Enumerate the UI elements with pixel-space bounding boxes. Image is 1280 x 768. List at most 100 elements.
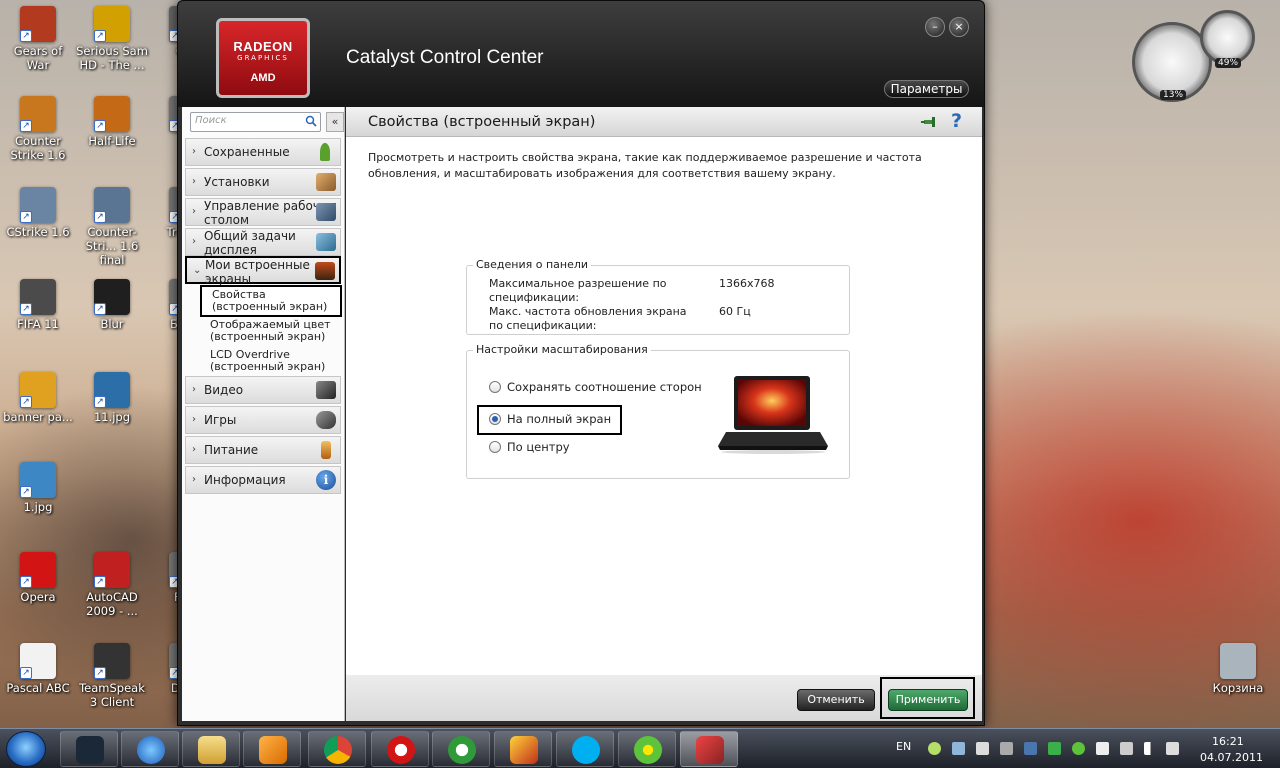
nav-presets[interactable]: › Установки: [185, 168, 341, 196]
pin-page-icon[interactable]: [921, 115, 939, 129]
tray-network-icon[interactable]: [952, 742, 965, 755]
desktop-shortcut[interactable]: ↗ 11.jpg: [75, 372, 149, 424]
taskbar: EN 16:21 04.07.2011: [0, 728, 1280, 768]
nav-display-tasks[interactable]: › Общий задачи дисплея: [185, 228, 341, 257]
desktop-shortcut[interactable]: ↗ Counter Strike 1.6: [1, 96, 75, 162]
display-icon: [316, 233, 336, 251]
search-input[interactable]: Поиск: [190, 112, 321, 132]
taskbar-chrome[interactable]: [308, 731, 366, 767]
shortcut-label: Counter-Stri... 1.6 final: [85, 225, 139, 267]
shortcut-icon: ↗: [94, 187, 130, 223]
cpu-meter-gadget[interactable]: 13% 49%: [1130, 8, 1270, 103]
content-panel: Свойства (встроенный экран) ? Просмотрет…: [346, 107, 982, 721]
signal-bars-icon[interactable]: [1144, 742, 1157, 755]
desktop-shortcut[interactable]: ↗ banner ра...: [1, 372, 75, 424]
close-button[interactable]: ×: [949, 17, 969, 37]
desktop-shortcut[interactable]: ↗ CStrike 1.6: [1, 187, 75, 239]
nav-label: Видео: [204, 383, 244, 397]
preferences-button[interactable]: Параметры: [884, 80, 969, 98]
tray-icq-icon[interactable]: [1072, 742, 1085, 755]
tray-shield-icon[interactable]: [1048, 742, 1061, 755]
radio-full-screen[interactable]: На полный экран: [489, 412, 619, 428]
volume-icon[interactable]: [1166, 742, 1179, 755]
tray-app-icon[interactable]: [928, 742, 941, 755]
shortcut-icon: ↗: [20, 6, 56, 42]
taskbar-media-player[interactable]: [243, 731, 301, 767]
radio-maintain-aspect[interactable]: Сохранять соотношение сторон: [489, 380, 709, 396]
help-icon[interactable]: ?: [951, 110, 962, 132]
desktop-shortcut[interactable]: ↗ Counter-Stri... 1.6 final: [75, 187, 149, 267]
chevron-right-icon: ›: [192, 474, 196, 485]
shortcut-arrow-icon: ↗: [94, 576, 106, 588]
chrome-icon: [324, 736, 352, 764]
apply-button[interactable]: Применить: [888, 689, 968, 711]
taskbar-utorrent[interactable]: [432, 731, 490, 767]
nav-power[interactable]: › Питание: [185, 436, 341, 464]
radio-label: По центру: [507, 440, 570, 454]
taskbar-opera[interactable]: [371, 731, 429, 767]
collapse-sidebar-button[interactable]: «: [326, 112, 344, 132]
cancel-button[interactable]: Отменить: [797, 689, 875, 711]
max-resolution-value: 1366x768: [719, 277, 775, 290]
subnav-lcd-overdrive[interactable]: LCD Overdrive (встроенный экран): [200, 347, 342, 375]
desktop-shortcut[interactable]: ↗ Opera: [1, 552, 75, 604]
taskbar-catalyst[interactable]: [680, 731, 738, 767]
shortcut-arrow-icon: ↗: [94, 303, 106, 315]
shortcut-icon: ↗: [20, 552, 56, 588]
minimize-button[interactable]: –: [925, 17, 945, 37]
search-icon[interactable]: [305, 115, 317, 127]
taskbar-icq[interactable]: [618, 731, 676, 767]
shortcut-label: 11.jpg: [93, 410, 131, 424]
desktop-shortcut[interactable]: ↗ Half-Life: [75, 96, 149, 148]
shortcut-label: Half-Life: [88, 134, 136, 148]
shortcut-label: AutoCAD 2009 - ...: [86, 590, 138, 618]
desktop-shortcut[interactable]: ↗ 1.jpg: [1, 462, 75, 514]
pin-icon: [320, 143, 330, 161]
tray-vk-icon[interactable]: [1024, 742, 1037, 755]
internet-explorer-icon: [137, 736, 165, 764]
start-button-windows-icon[interactable]: [6, 731, 46, 767]
desktop-shortcut[interactable]: ↗ Pascal ABC: [1, 643, 75, 695]
nav-information[interactable]: › Информация i: [185, 466, 341, 494]
nav-video[interactable]: › Видео: [185, 376, 341, 404]
clock-date[interactable]: 04.07.2011: [1200, 751, 1263, 764]
shortcut-arrow-icon: ↗: [20, 303, 32, 315]
window-header: RADEON GRAPHICS AMD Catalyst Control Cen…: [178, 1, 984, 107]
tray-flag-icon[interactable]: [1096, 742, 1109, 755]
desktop-shortcut[interactable]: Корзина: [1201, 643, 1275, 695]
shortcut-arrow-icon: ↗: [20, 211, 32, 223]
desktop-shortcut[interactable]: ↗ Blur: [75, 279, 149, 331]
nav-label: Информация: [204, 473, 286, 487]
nav-saved[interactable]: › Сохраненные: [185, 138, 341, 166]
subnav-properties[interactable]: Свойства (встроенный экран): [200, 285, 342, 317]
nav-built-in-displays[interactable]: ⌄ Мои встроенные экраны: [185, 256, 341, 286]
desktop-shortcut[interactable]: ↗ Gears of War: [1, 6, 75, 72]
skype-icon: [572, 736, 600, 764]
tray-monitor-icon[interactable]: [976, 742, 989, 755]
tray-usb-icon[interactable]: [1120, 742, 1133, 755]
desktop-shortcut[interactable]: ↗ AutoCAD 2009 - ...: [75, 552, 149, 618]
desktop-shortcut[interactable]: ↗ FIFA 11: [1, 279, 75, 331]
nav-games[interactable]: › Игры: [185, 406, 341, 434]
taskbar-steam[interactable]: [60, 731, 118, 767]
taskbar-brush-app[interactable]: [494, 731, 552, 767]
taskbar-ie[interactable]: [121, 731, 179, 767]
desktop-shortcut[interactable]: ↗ Serious Sam HD - The ...: [75, 6, 149, 72]
shortcut-arrow-icon: ↗: [20, 30, 32, 42]
radio-icon[interactable]: [489, 413, 501, 425]
logo-text-graphics: GRAPHICS: [237, 54, 289, 62]
desktop-shortcut[interactable]: ↗ TeamSpeak 3 Client: [75, 643, 149, 709]
taskbar-explorer[interactable]: [182, 731, 240, 767]
shortcut-arrow-icon: ↗: [20, 576, 32, 588]
language-indicator[interactable]: EN: [896, 740, 911, 753]
nav-desktop-management[interactable]: › Управление рабочим столом: [185, 198, 341, 227]
clock-time[interactable]: 16:21: [1212, 735, 1244, 748]
radio-centered[interactable]: По центру: [489, 440, 619, 456]
tray-device-icon[interactable]: [1000, 742, 1013, 755]
chevron-right-icon: ›: [192, 414, 196, 425]
max-refresh-value: 60 Гц: [719, 305, 751, 318]
radio-icon[interactable]: [489, 441, 501, 453]
taskbar-skype[interactable]: [556, 731, 614, 767]
radio-icon[interactable]: [489, 381, 501, 393]
subnav-display-color[interactable]: Отображаемый цвет (встроенный экран): [200, 317, 342, 345]
